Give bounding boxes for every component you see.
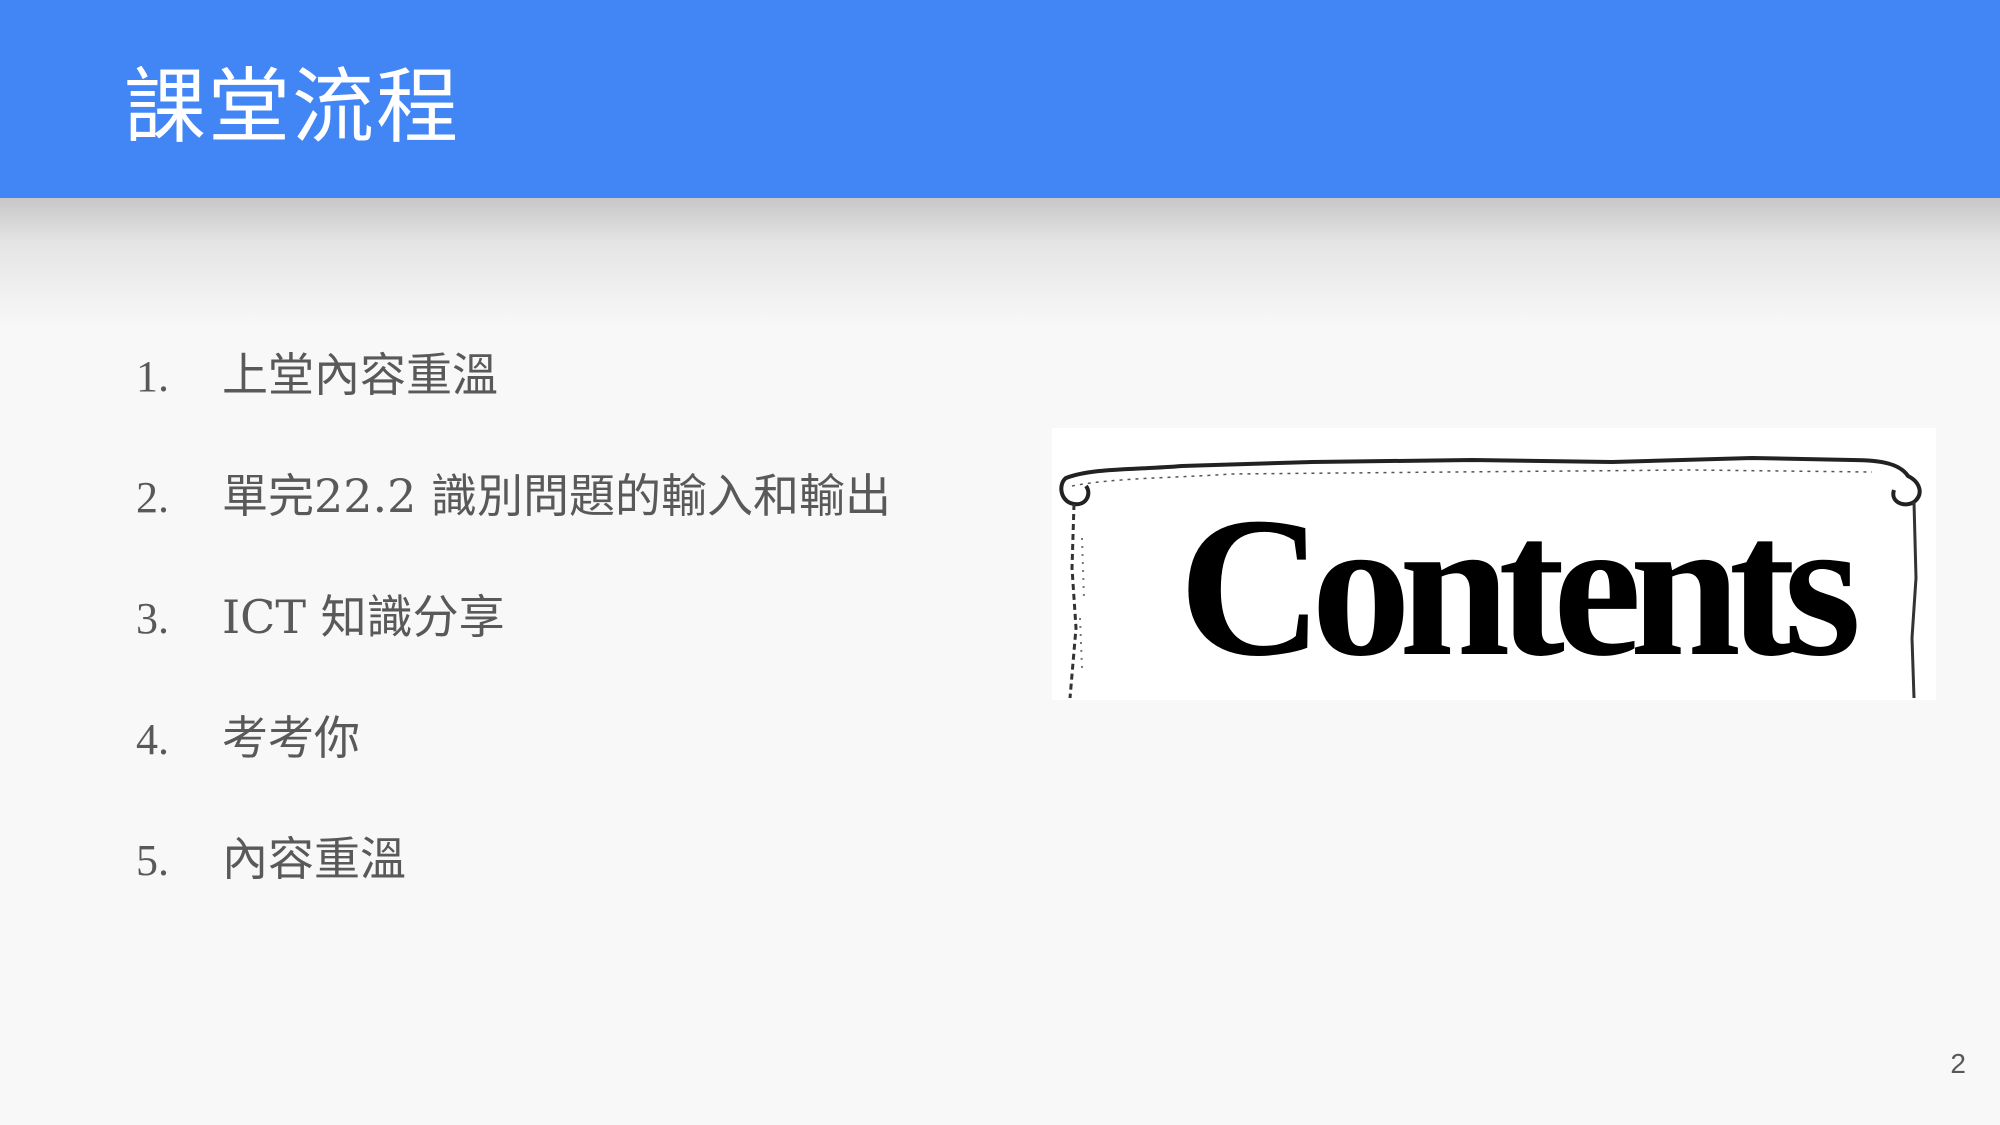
list-item-number: 4. [136,715,169,764]
list-item-number: 3. [136,594,169,643]
list-item-number: 2. [136,473,169,522]
list-item-text: 內容重溫 [222,832,406,886]
page-number: 2 [1950,1048,1966,1079]
list-item-text: 單完22.2 識別問題的輸入和輸出 [222,469,892,523]
list-item-text: 上堂內容重溫 [222,348,498,402]
slide-title: 課堂流程 [124,60,461,155]
contents-scroll-image: Contents [1052,428,1936,700]
list-item-text: ICT 知識分享 [222,590,505,644]
list-item-number: 1. [136,352,169,401]
list-item-text: 考考你 [222,711,360,765]
header-shadow [0,198,2000,328]
contents-word: Contents [1178,477,1862,698]
list-item-number: 5. [136,836,169,885]
